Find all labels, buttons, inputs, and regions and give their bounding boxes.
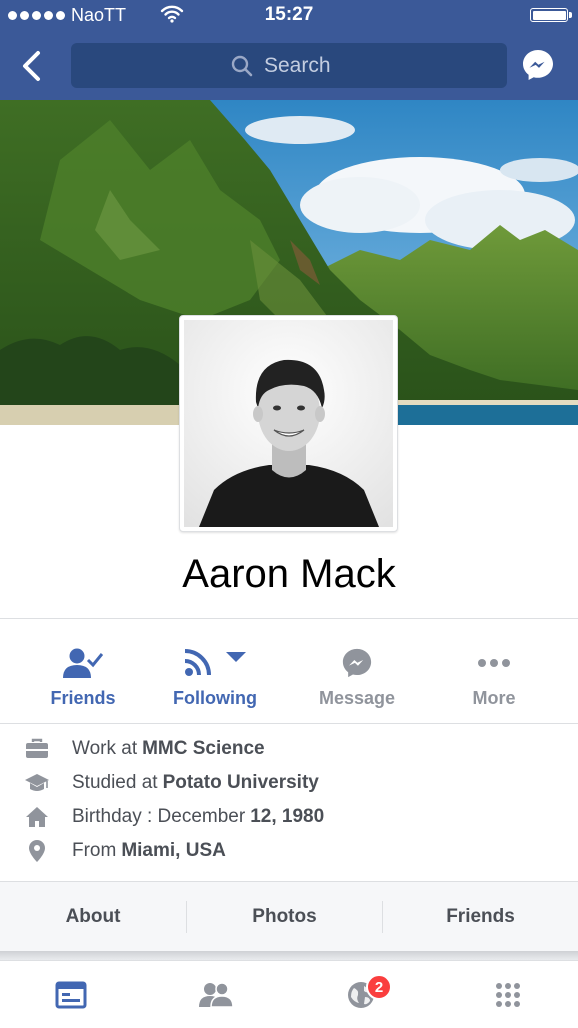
location-pin-icon [24, 838, 50, 864]
briefcase-icon [24, 736, 50, 762]
rss-following-icon [184, 649, 211, 676]
notification-badge: 2 [366, 974, 392, 1000]
work-value[interactable]: MMC Science [142, 738, 264, 760]
more-dots-icon [478, 659, 510, 667]
profile-picture[interactable] [179, 315, 398, 532]
news-feed-icon [55, 981, 87, 1009]
graduation-cap-icon [24, 770, 50, 796]
news-feed-tab[interactable] [26, 961, 116, 1028]
more-button[interactable]: More [444, 620, 544, 723]
intro-details: Work at MMC Science Studied at Potato Un… [0, 724, 578, 880]
tab-photos[interactable]: Photos [187, 882, 382, 952]
back-button[interactable] [14, 44, 50, 88]
message-button[interactable]: Message [307, 620, 407, 723]
friends-label: Friends [50, 688, 116, 708]
profile-name: Aaron Mack [182, 552, 396, 596]
chevron-down-icon [226, 652, 246, 662]
education-value[interactable]: Potato University [163, 772, 319, 794]
following-label: Following [173, 688, 257, 708]
divider [0, 618, 578, 619]
chevron-left-icon [23, 51, 40, 81]
tab-about[interactable]: About [0, 882, 186, 952]
content-shadow [0, 951, 578, 960]
info-row-hometown[interactable]: From Miami, USA [0, 834, 578, 868]
tab-friends[interactable]: Friends [383, 882, 578, 952]
profile-photo-image [184, 320, 393, 527]
following-button[interactable]: Following [163, 620, 267, 723]
hometown-value[interactable]: Miami, USA [121, 840, 226, 862]
battery-icon [530, 8, 572, 22]
bottom-tab-bar: 2 [0, 960, 578, 1028]
messenger-icon [523, 50, 553, 80]
menu-grid-icon [496, 983, 520, 1007]
profile-actions: Friends Following Message More [0, 620, 578, 723]
friends-check-icon [63, 648, 103, 678]
birthday-value: 12, 1980 [250, 806, 325, 827]
menu-tab[interactable] [463, 961, 553, 1028]
messenger-button[interactable] [521, 48, 555, 82]
friend-requests-tab[interactable] [171, 961, 261, 1028]
profile-tabs: About Photos Friends [0, 881, 578, 951]
birthday-prefix: Birthday : December [72, 806, 246, 827]
friends-button[interactable]: Friends [33, 620, 133, 723]
search-bar[interactable] [71, 43, 507, 88]
status-time: 15:27 [264, 4, 314, 25]
search-input[interactable] [264, 53, 348, 78]
top-navigation-bar: NaoTT 15:27 [0, 0, 578, 100]
home-icon [24, 804, 50, 830]
status-bar: NaoTT 15:27 [0, 0, 578, 30]
notifications-tab[interactable]: 2 [316, 961, 406, 1028]
info-row-work[interactable]: Work at MMC Science [0, 732, 578, 766]
education-prefix: Studied at [72, 772, 158, 793]
friend-requests-icon [199, 982, 234, 1008]
hometown-prefix: From [72, 840, 117, 861]
info-row-education[interactable]: Studied at Potato University [0, 766, 578, 800]
messenger-icon [342, 648, 372, 678]
info-row-birthday: Birthday : December 12, 1980 [0, 800, 578, 834]
message-label: Message [318, 688, 396, 708]
more-label: More [472, 688, 516, 708]
search-icon [231, 55, 253, 76]
work-prefix: Work at [72, 738, 138, 759]
